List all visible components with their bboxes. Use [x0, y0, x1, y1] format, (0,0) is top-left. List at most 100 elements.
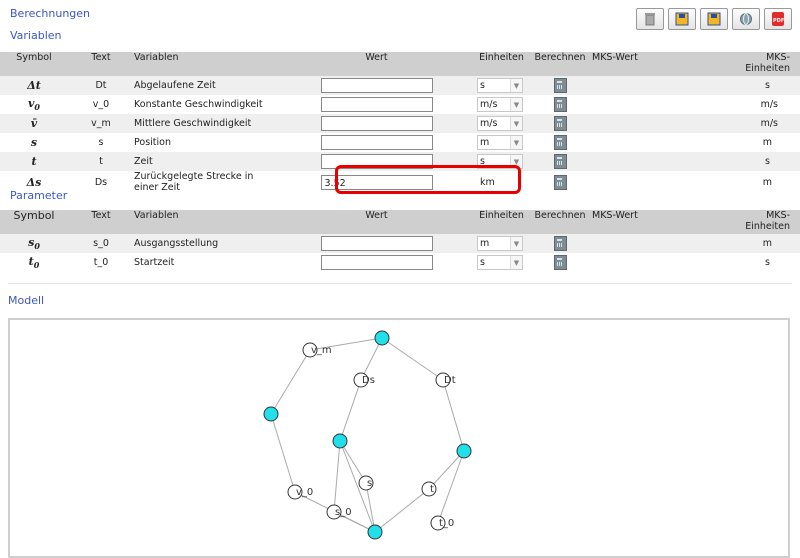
graph-equation-node[interactable] — [374, 330, 390, 346]
parameter-heading: Parameter — [10, 189, 68, 202]
settings-globe-button[interactable] — [732, 8, 760, 30]
graph-edge — [442, 379, 465, 452]
unit-select[interactable]: s ▼ — [477, 154, 523, 169]
unit-select[interactable]: m/s ▼ — [477, 116, 523, 131]
text-cell: t_0 — [68, 253, 134, 272]
col-berechnen: Berechnen — [528, 52, 592, 76]
trash-button[interactable] — [636, 8, 664, 30]
mks-unit-cell: m/s — [694, 95, 800, 114]
col-einheiten: Einheiten — [475, 210, 528, 234]
parameter-table: Symbol Text Variablen Wert Einheiten Ber… — [0, 210, 800, 272]
calculator-icon[interactable] — [553, 78, 567, 93]
value-input[interactable] — [320, 236, 433, 251]
col-text: Text — [68, 52, 134, 76]
col-variablen: Variablen — [134, 52, 278, 76]
save-model-alt-icon — [707, 12, 721, 26]
calculator-icon[interactable] — [553, 255, 567, 270]
graph-node-label: Dt — [444, 375, 456, 386]
unit-select[interactable]: km — [477, 174, 523, 190]
col-symbol: Symbol — [0, 52, 68, 76]
graph-edge — [381, 337, 444, 381]
mks-unit-cell: m/s — [694, 114, 800, 133]
mks-value-cell — [592, 171, 694, 193]
mks-value-cell — [592, 114, 694, 133]
calculator-icon[interactable] — [553, 97, 567, 112]
graph-equation-node[interactable] — [263, 406, 279, 422]
berechnungen-link[interactable]: Berechnungen — [10, 7, 90, 20]
mks-unit-cell: s — [694, 253, 800, 272]
chevron-down-icon: ▼ — [510, 79, 522, 92]
graph-equation-node[interactable] — [456, 443, 472, 459]
graph-node-label: t — [430, 484, 434, 495]
unit-select[interactable]: s ▼ — [477, 255, 523, 270]
value-input[interactable] — [320, 255, 433, 270]
value-input[interactable] — [320, 116, 433, 131]
unit-value: s — [480, 257, 485, 268]
table-row: t0 t_0 Startzeit s ▼ s — [0, 253, 800, 272]
table-row: v̄ v_m Mittlere Geschwindigkeit m/s ▼ m/s — [0, 114, 800, 133]
desc-cell: Zeit — [134, 152, 278, 171]
col-symbol: Symbol — [0, 210, 68, 234]
desc-cell: Ausgangsstellung — [134, 234, 278, 253]
symbol-subscript: 0 — [33, 260, 40, 271]
col-mks-wert: MKS-Wert — [592, 210, 694, 234]
unit-select[interactable]: m ▼ — [477, 236, 523, 251]
save-model-icon — [675, 12, 689, 26]
desc-cell: Startzeit — [134, 253, 278, 272]
graph-node-label: v_0 — [296, 487, 313, 498]
calculator-icon[interactable] — [553, 174, 567, 190]
variablen-heading: Variablen — [10, 29, 62, 42]
col-mks-wert: MKS-Wert — [592, 52, 694, 76]
unit-value: km — [480, 176, 495, 188]
symbol-cell: v̄ — [0, 114, 68, 133]
symbol-cell: s — [0, 133, 68, 152]
save-model-button[interactable] — [668, 8, 696, 30]
calculator-icon[interactable] — [553, 154, 567, 169]
col-text: Text — [68, 210, 134, 234]
pdf-icon: PDF — [772, 12, 784, 26]
settings-globe-icon — [740, 13, 752, 25]
text-cell: s — [68, 133, 134, 152]
unit-value: m/s — [480, 118, 498, 129]
text-cell: Dt — [68, 76, 134, 95]
mks-unit-cell: m — [694, 234, 800, 253]
toolbar: PDF — [636, 8, 792, 30]
section-divider — [8, 283, 792, 284]
calculator-icon[interactable] — [553, 135, 567, 150]
save-model-alt-button[interactable] — [700, 8, 728, 30]
value-input[interactable] — [320, 154, 433, 169]
value-input[interactable] — [320, 78, 433, 93]
mks-unit-cell: s — [694, 152, 800, 171]
variables-table: Symbol Text Variablen Wert Einheiten Ber… — [0, 52, 800, 193]
col-berechnen: Berechnen — [528, 210, 592, 234]
model-graph[interactable]: v_m Ds Dt s t v_0 s_0 t_0 — [10, 320, 788, 553]
graph-edge — [270, 349, 311, 415]
mks-value-cell — [592, 152, 694, 171]
calculator-icon[interactable] — [553, 116, 567, 131]
symbol-cell: t0 — [0, 253, 68, 272]
unit-select[interactable]: s ▼ — [477, 78, 523, 93]
symbol-cell: t — [0, 152, 68, 171]
calculator-icon[interactable] — [553, 236, 567, 251]
graph-node-label: s — [367, 478, 372, 489]
value-input[interactable]: 3.52 — [320, 174, 433, 190]
chevron-down-icon: ▼ — [510, 117, 522, 130]
mks-value-cell — [592, 253, 694, 272]
value-input[interactable] — [320, 97, 433, 112]
graph-equation-node[interactable] — [367, 524, 383, 540]
unit-select[interactable]: m ▼ — [477, 135, 523, 150]
unit-select[interactable]: m/s ▼ — [477, 97, 523, 112]
graph-equation-node[interactable] — [332, 433, 348, 449]
modell-heading: Modell — [8, 294, 45, 307]
graph-node-label: s_0 — [335, 507, 352, 518]
table-row: Δt Dt Abgelaufene Zeit s ▼ s — [0, 76, 800, 95]
text-cell: t — [68, 152, 134, 171]
pdf-button[interactable]: PDF — [764, 8, 792, 30]
mks-value-cell — [592, 234, 694, 253]
value-input[interactable] — [320, 135, 433, 150]
desc-cell: Zurückgelegte Strecke in einer Zeit — [134, 171, 278, 193]
symbol-cell: Δt — [0, 76, 68, 95]
table-row: t t Zeit s ▼ s — [0, 152, 800, 171]
unit-value: m — [480, 238, 490, 249]
chevron-down-icon: ▼ — [510, 155, 522, 168]
